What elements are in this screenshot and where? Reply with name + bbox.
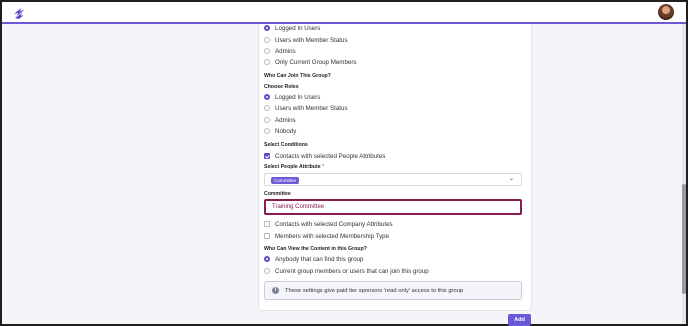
add-button[interactable]: Add <box>508 314 531 326</box>
radio-join-admins[interactable]: Admins <box>264 115 296 125</box>
join-heading: Who Can Join This Group? <box>264 73 331 79</box>
radio-button[interactable] <box>264 37 270 43</box>
radio-button[interactable] <box>264 25 270 31</box>
user-avatar[interactable] <box>658 4 674 20</box>
radio-label: Users with Member Status <box>275 36 348 44</box>
radio-label: Only Current Group Members <box>275 58 357 66</box>
select-conditions-heading: Select Conditions <box>264 142 308 148</box>
checkbox-label: Members with selected Membership Type <box>275 232 390 240</box>
checkbox[interactable] <box>264 221 270 227</box>
choose-roles-heading: Choose Roles <box>264 84 299 90</box>
radio-label: Logged In Users <box>275 93 321 101</box>
lightning-logo-icon[interactable] <box>11 5 27 21</box>
info-notice: i These settings give paid tier sponsors… <box>264 281 522 300</box>
radio-current-members[interactable]: Current group members or users that can … <box>264 266 429 276</box>
radio-button[interactable] <box>264 256 270 262</box>
checkbox-people-attributes[interactable]: Contacts with selected People Attributes <box>264 151 385 161</box>
scrollbar-thumb[interactable] <box>682 184 686 294</box>
radio-label: Anybody that can find this group <box>275 255 364 263</box>
radio-anybody[interactable]: Anybody that can find this group <box>264 254 363 264</box>
radio-label: Current group members or users that can … <box>275 267 429 275</box>
checkbox[interactable] <box>264 233 270 239</box>
radio-view-admins[interactable]: Admins <box>264 46 296 56</box>
radio-join-logged-in[interactable]: Logged In Users <box>264 92 320 102</box>
checkbox-label: Contacts with selected Company Attribute… <box>275 220 393 228</box>
app-window <box>0 0 688 326</box>
radio-button[interactable] <box>264 128 270 134</box>
content-view-heading: Who Can View the Content in this Group? <box>264 246 367 252</box>
checkbox[interactable] <box>264 153 270 159</box>
radio-label: Admins <box>275 116 296 124</box>
radio-label: Admins <box>275 47 296 55</box>
radio-label: Nobody <box>275 127 297 135</box>
checkbox-membership-type[interactable]: Members with selected Membership Type <box>264 231 389 241</box>
checkbox-company-attributes[interactable]: Contacts with selected Company Attribute… <box>264 219 393 229</box>
radio-label: Users with Member Status <box>275 104 348 112</box>
chevron-down-icon[interactable]: ⌄ <box>509 176 514 182</box>
radio-button[interactable] <box>264 268 270 274</box>
required-marker: * <box>322 164 325 170</box>
radio-view-logged-in[interactable]: Logged In Users <box>264 23 320 33</box>
radio-button[interactable] <box>264 94 270 100</box>
notice-text: These settings give paid tier sponsors '… <box>285 287 464 294</box>
select-attribute-label: Select People Attribute * <box>264 164 325 170</box>
people-attribute-select[interactable]: Committee ⌄ <box>264 173 522 186</box>
radio-button[interactable] <box>264 59 270 65</box>
committee-input[interactable]: Training Committee <box>264 199 522 215</box>
radio-join-nobody[interactable]: Nobody <box>264 126 296 136</box>
checkbox-label: Contacts with selected People Attributes <box>275 152 386 160</box>
radio-label: Logged In Users <box>275 24 321 32</box>
radio-button[interactable] <box>264 105 270 111</box>
committee-field-label: Committee <box>264 191 291 197</box>
radio-button[interactable] <box>264 117 270 123</box>
selected-attribute-tag[interactable]: Committee <box>271 177 300 184</box>
top-navigation-bar <box>2 2 686 24</box>
radio-button[interactable] <box>264 48 270 54</box>
radio-join-member-status[interactable]: Users with Member Status <box>264 103 348 113</box>
info-icon: i <box>272 287 279 294</box>
radio-view-group-members[interactable]: Only Current Group Members <box>264 57 357 67</box>
radio-view-member-status[interactable]: Users with Member Status <box>264 35 348 45</box>
